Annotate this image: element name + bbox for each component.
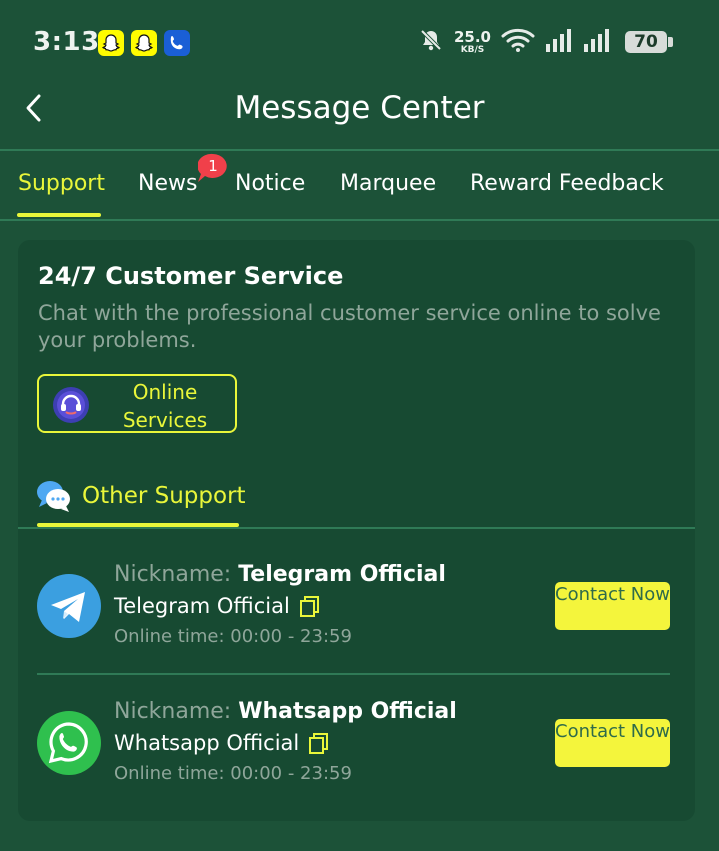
bell-off-icon (418, 27, 444, 57)
signal-icon (583, 27, 611, 57)
online-services-label: Online Services (122, 380, 208, 432)
wifi-icon (501, 27, 535, 57)
nickname-value: Telegram Official (238, 562, 446, 587)
message-center-screen: 3:13 25.0 KB/S 70 Message Center Support… (0, 0, 719, 851)
tab-notice[interactable]: Notice (235, 171, 305, 196)
support-card: 24/7 Customer Service Chat with the prof… (18, 240, 695, 821)
snapchat-icon (131, 30, 157, 56)
other-support-header: Other Support (36, 476, 246, 516)
tab-news[interactable]: News (138, 171, 197, 196)
page-title: Message Center (234, 90, 485, 126)
telegram-icon (37, 574, 101, 638)
contact-name: Telegram Official (114, 594, 290, 618)
contact-name-line: Whatsapp Official (114, 731, 330, 755)
contact-now-button[interactable]: Contact Now (555, 719, 670, 767)
tab-bar: Support News 1 Notice Marquee Reward Fee… (0, 151, 719, 219)
copy-icon[interactable] (299, 595, 321, 617)
tab-marquee[interactable]: Marquee (340, 171, 436, 196)
header: Message Center (0, 84, 719, 150)
card-divider (18, 527, 695, 529)
net-speed-value: 25.0 (453, 27, 491, 46)
tab-reward-feedback[interactable]: Reward Feedback (470, 171, 664, 196)
other-support-label: Other Support (82, 483, 246, 509)
customer-service-title: 24/7 Customer Service (38, 262, 344, 290)
chat-bubbles-icon (36, 479, 72, 513)
nickname-line: Nickname: Whatsapp Official (114, 699, 457, 724)
news-badge: 1 (197, 153, 230, 183)
online-time: Online time: 00:00 - 23:59 (114, 763, 352, 784)
tab-support[interactable]: Support (18, 171, 105, 196)
copy-icon[interactable] (308, 732, 330, 754)
nickname-label: Nickname: (114, 562, 232, 587)
net-speed-unit: KB/S (460, 44, 485, 55)
contact-now-button[interactable]: Contact Now (555, 582, 670, 630)
tabs-divider (0, 219, 719, 221)
snapchat-icon (98, 30, 124, 56)
contact-name: Whatsapp Official (114, 731, 300, 755)
nickname-value: Whatsapp Official (238, 699, 457, 724)
online-time: Online time: 00:00 - 23:59 (114, 626, 352, 647)
customer-service-description: Chat with the professional customer serv… (38, 301, 661, 352)
phone-app-icon (164, 30, 190, 56)
status-bar: 3:13 25.0 KB/S 70 (0, 0, 719, 84)
whatsapp-icon (37, 711, 101, 775)
contact-name-line: Telegram Official (114, 594, 321, 618)
contact-row-telegram: Nickname: Telegram Official Telegram Off… (18, 558, 695, 678)
online-services-button[interactable]: Online Services (37, 374, 237, 433)
battery-indicator: 70 (625, 31, 667, 53)
net-speed: 25.0 KB/S (453, 27, 491, 55)
nickname-label: Nickname: (114, 699, 232, 724)
nickname-line: Nickname: Telegram Official (114, 562, 446, 587)
headset-icon (53, 387, 89, 423)
signal-icon (545, 27, 573, 57)
active-tab-indicator (17, 213, 101, 217)
news-badge-count: 1 (208, 157, 218, 175)
battery-tip (668, 37, 673, 47)
row-divider (37, 673, 670, 675)
status-time: 3:13 (33, 27, 100, 57)
contact-row-whatsapp: Nickname: Whatsapp Official Whatsapp Off… (18, 695, 695, 815)
